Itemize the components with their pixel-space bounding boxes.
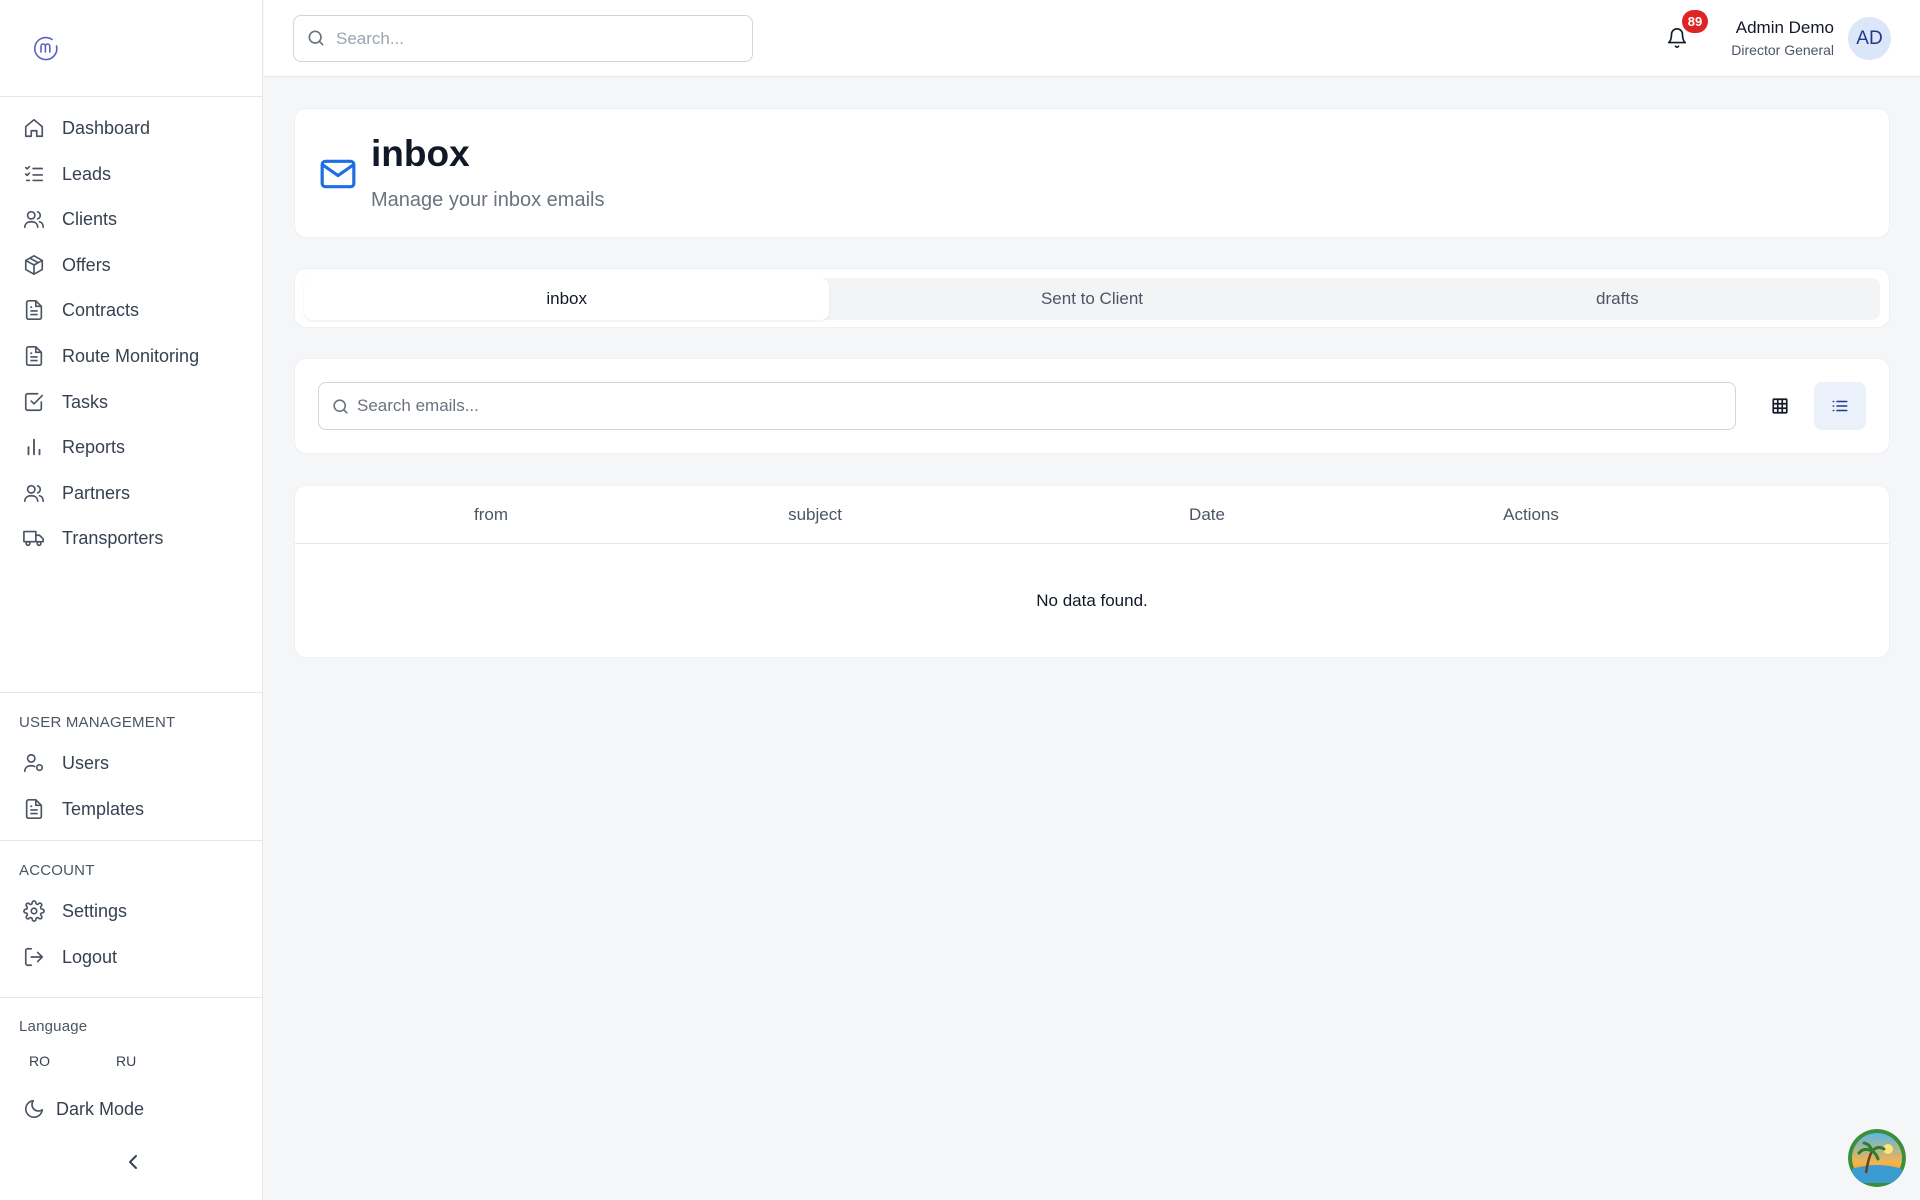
section-title-user-management: USER MANAGEMENT: [19, 714, 176, 731]
notification-badge: 89: [1682, 10, 1708, 33]
tabs-card: inbox Sent to Client drafts: [294, 268, 1890, 328]
top-header: 89 Admin Demo Director General AD: [264, 0, 1920, 77]
sidebar-item-logout[interactable]: Logout: [22, 937, 117, 977]
bar-chart-icon: [22, 435, 46, 459]
home-icon: [22, 116, 46, 140]
sidebar-item-clients[interactable]: Clients: [22, 199, 117, 239]
sidebar-item-label: Tasks: [62, 391, 109, 412]
search-icon: [308, 30, 324, 46]
page-subtitle: Manage your inbox emails: [371, 189, 605, 211]
page-header-card: inbox Manage your inbox emails: [294, 108, 1890, 238]
section-title-account: ACCOUNT: [19, 862, 95, 879]
user-name: Admin Demo: [1735, 18, 1834, 37]
file-text-icon: [22, 344, 46, 368]
sidebar: Dashboard Leads Clients Offers Contracts…: [0, 0, 263, 1200]
sidebar-item-label: Reports: [62, 436, 126, 457]
users-icon: [22, 207, 46, 231]
dark-mode-toggle[interactable]: Dark Mode: [22, 1089, 144, 1129]
sidebar-item-dashboard[interactable]: Dashboard: [22, 108, 150, 148]
avatar[interactable]: AD: [1848, 17, 1891, 60]
divider: [0, 840, 263, 841]
chevron-left-icon[interactable]: [121, 1150, 145, 1174]
floating-widget-button[interactable]: [1848, 1129, 1906, 1187]
sidebar-item-label: Settings: [62, 900, 128, 921]
sidebar-item-label: Contracts: [62, 299, 140, 320]
sidebar-item-label: Logout: [62, 946, 118, 967]
sidebar-item-label: Transporters: [62, 527, 164, 548]
sidebar-item-label: Leads: [62, 163, 112, 184]
logo-area: [0, 0, 262, 97]
tab-list: inbox Sent to Client drafts: [304, 278, 1880, 320]
search-icon: [333, 399, 348, 414]
global-search[interactable]: [293, 15, 753, 62]
column-header-subject: subject: [788, 505, 842, 524]
sidebar-item-leads[interactable]: Leads: [22, 154, 111, 194]
user-role: Director General: [1731, 42, 1834, 58]
list-icon: [1832, 400, 1848, 412]
sidebar-item-route-monitoring[interactable]: Route Monitoring: [22, 336, 199, 376]
logo-icon[interactable]: [33, 35, 59, 61]
page-title: inbox: [371, 133, 470, 174]
mail-icon: [320, 159, 356, 189]
list-check-icon: [22, 162, 46, 186]
sidebar-item-label: Partners: [62, 482, 131, 503]
check-square-icon: [22, 390, 46, 414]
sidebar-item-templates[interactable]: Templates: [22, 789, 144, 829]
list-view-button[interactable]: [1814, 382, 1866, 430]
package-icon: [22, 253, 46, 277]
sidebar-item-offers[interactable]: Offers: [22, 245, 111, 285]
sidebar-item-users[interactable]: Users: [22, 743, 109, 783]
dark-mode-label: Dark Mode: [56, 1098, 145, 1119]
email-toolbar: [294, 358, 1890, 454]
tab-drafts[interactable]: drafts: [1355, 278, 1880, 320]
tab-sent-to-client[interactable]: Sent to Client: [829, 278, 1354, 320]
empty-state-text: No data found.: [1036, 591, 1148, 610]
sidebar-item-contracts[interactable]: Contracts: [22, 290, 139, 330]
tab-inbox[interactable]: inbox: [304, 278, 830, 320]
email-search-input[interactable]: [357, 383, 1717, 429]
language-label: Language: [19, 1018, 88, 1035]
column-header-actions: Actions: [1503, 505, 1559, 524]
grid-icon: [1772, 398, 1788, 414]
user-cog-icon: [22, 751, 46, 775]
file-text-icon: [22, 298, 46, 322]
sidebar-item-label: Route Monitoring: [62, 345, 200, 366]
language-ru-button[interactable]: RU: [116, 1053, 136, 1069]
sidebar-item-label: Offers: [62, 254, 111, 275]
emails-table: from subject Date Actions No data found.: [294, 485, 1890, 658]
sidebar-item-transporters[interactable]: Transporters: [22, 518, 163, 558]
divider: [0, 692, 263, 693]
sidebar-item-label: Users: [62, 752, 110, 773]
gear-icon: [22, 899, 46, 923]
sidebar-item-settings[interactable]: Settings: [22, 891, 127, 931]
sidebar-item-label: Templates: [62, 798, 145, 819]
truck-icon: [22, 526, 46, 550]
language-ro-button[interactable]: RO: [29, 1053, 50, 1069]
table-header: from subject Date Actions: [295, 486, 1889, 544]
email-search[interactable]: [318, 382, 1736, 430]
sidebar-item-reports[interactable]: Reports: [22, 427, 125, 467]
users-icon: [22, 481, 46, 505]
global-search-input[interactable]: [336, 16, 736, 61]
sidebar-item-label: Clients: [62, 208, 118, 229]
grid-view-button[interactable]: [1754, 382, 1806, 430]
divider: [0, 997, 263, 998]
sidebar-item-tasks[interactable]: Tasks: [22, 382, 108, 422]
beach-icon: [1848, 1129, 1906, 1187]
column-header-from: from: [474, 505, 508, 524]
logout-icon: [22, 945, 46, 969]
sidebar-item-label: Dashboard: [62, 117, 151, 138]
moon-icon: [22, 1097, 46, 1121]
file-text-icon: [22, 797, 46, 821]
sidebar-item-partners[interactable]: Partners: [22, 473, 130, 513]
column-header-date: Date: [1189, 505, 1225, 524]
